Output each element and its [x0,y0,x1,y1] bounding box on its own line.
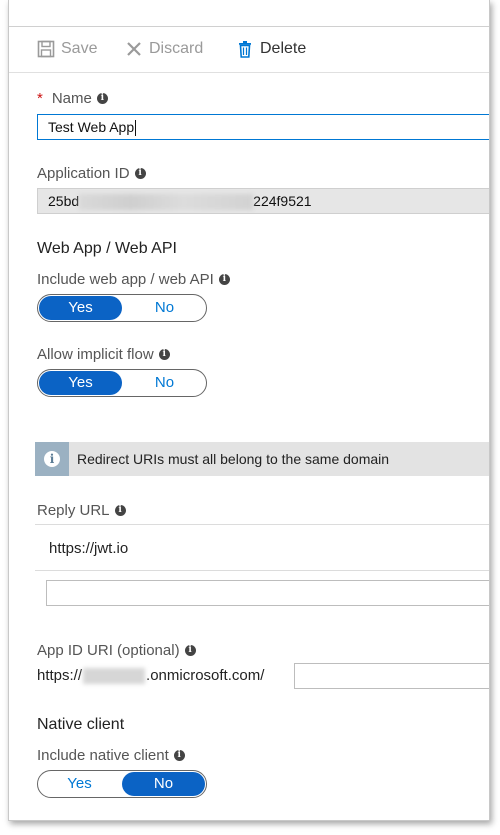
reply-url-label-text: Reply URL [37,502,110,519]
app-id-uri-label-text: App ID URI (optional) [37,642,180,659]
divider [35,570,489,571]
delete-button[interactable]: Delete [236,40,306,58]
info-icon[interactable]: i [158,349,170,360]
include-web-app-label-text: Include web app / web API [37,271,214,288]
redirect-info-banner: i Redirect URIs must all belong to the s… [35,442,489,476]
text-caret [135,120,137,137]
trash-icon [236,40,254,58]
application-id-prefix: 25bd [48,193,80,209]
divider [35,524,489,525]
info-banner-text: Redirect URIs must all belong to the sam… [77,451,390,467]
info-icon[interactable]: i [114,505,126,516]
info-icon[interactable]: i [184,645,196,656]
app-id-uri-input[interactable] [294,663,489,689]
toggle-yes-option[interactable]: Yes [39,371,122,395]
allow-implicit-flow-label: Allow implicit flow i [37,346,170,363]
redacted-blur [83,668,146,685]
info-icon[interactable]: i [173,750,185,761]
include-web-app-label: Include web app / web API i [37,271,230,288]
app-registration-settings-panel: Save Discard Delete * Name i Test Web Ap… [8,0,490,821]
include-web-app-toggle[interactable]: Yes No [37,294,207,322]
discard-button[interactable]: Discard [125,40,203,58]
close-icon [125,40,143,58]
reply-url-entry[interactable]: https://jwt.io [49,540,128,557]
include-native-client-label: Include native client i [37,747,185,764]
toggle-no-option[interactable]: No [122,772,205,796]
native-client-section-title: Native client [37,716,125,733]
info-icon[interactable]: i [218,274,230,285]
include-native-client-toggle[interactable]: Yes No [37,770,207,798]
name-input-value: Test Web App [48,119,135,135]
application-id-suffix: 224f9521 [253,193,312,209]
info-banner-icon: i [35,442,69,476]
discard-label: Discard [149,40,204,57]
save-icon [37,40,55,58]
save-button[interactable]: Save [37,40,97,58]
include-native-client-label-text: Include native client [37,747,169,764]
web-app-section-title: Web App / Web API [37,240,177,257]
toggle-yes-option[interactable]: Yes [39,296,122,320]
app-id-uri-domain: https:// .onmicrosoft.com/ [37,667,265,685]
application-id-label-text: Application ID [37,165,130,182]
info-icon[interactable]: i [96,93,108,104]
application-id-field[interactable]: 25bd 224f9521 [37,188,489,214]
required-asterisk: * [37,90,43,107]
allow-implicit-flow-label-text: Allow implicit flow [37,346,154,363]
name-input[interactable]: Test Web App [37,114,489,140]
allow-implicit-flow-toggle[interactable]: Yes No [37,369,207,397]
panel-top-divider [9,26,489,27]
toggle-yes-option[interactable]: Yes [38,771,121,797]
delete-label: Delete [260,40,307,57]
app-id-uri-prefix: https:// [37,667,83,684]
command-toolbar: Save Discard Delete [9,28,489,73]
toggle-no-option[interactable]: No [123,295,206,321]
redacted-blur [79,194,254,211]
name-label-text: Name [51,90,92,107]
name-field-label: * Name i [37,90,108,107]
reply-url-label: Reply URL i [37,502,126,519]
new-reply-url-input[interactable] [46,580,489,606]
application-id-label: Application ID i [37,165,146,182]
save-label: Save [61,40,98,57]
app-id-uri-label: App ID URI (optional) i [37,642,196,659]
app-id-uri-suffix: .onmicrosoft.com/ [146,667,265,684]
info-icon[interactable]: i [134,168,146,179]
toggle-no-option[interactable]: No [123,370,206,396]
